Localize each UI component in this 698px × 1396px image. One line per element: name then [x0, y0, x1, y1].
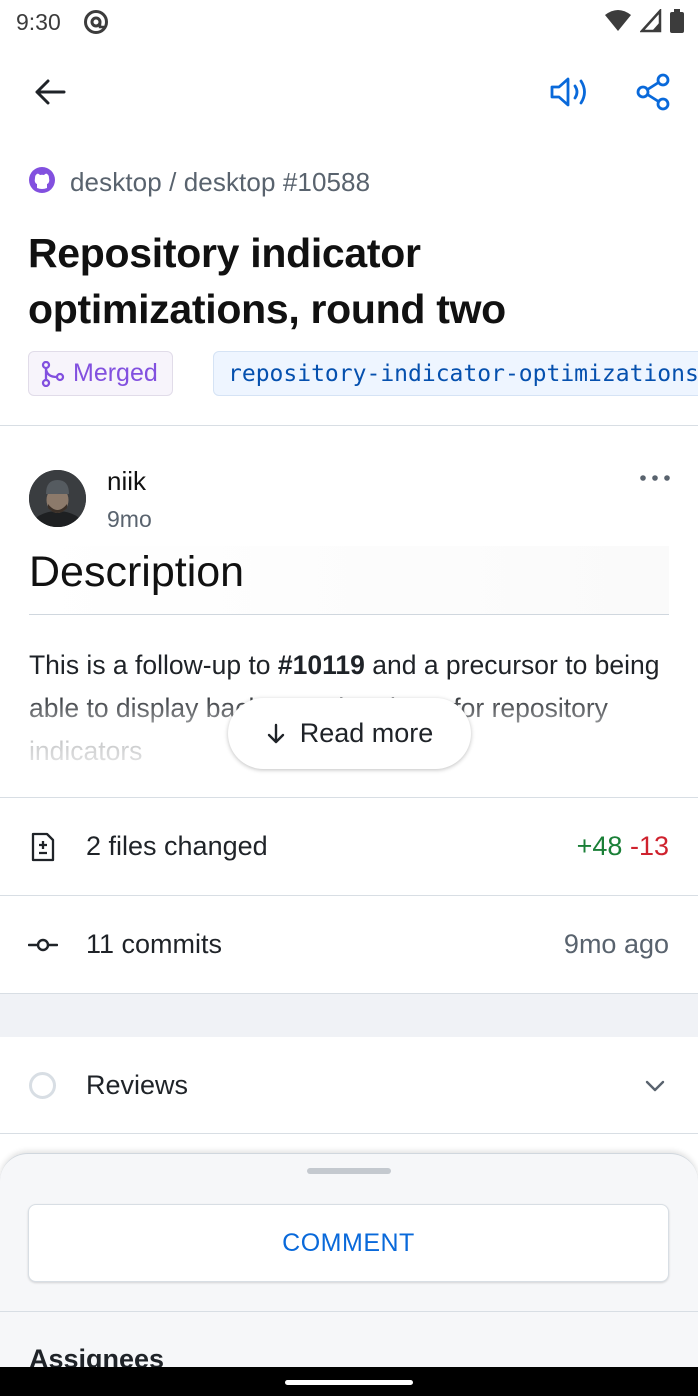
comment-button[interactable]: COMMENT — [28, 1204, 669, 1282]
issue-reference-link[interactable]: #10119 — [278, 650, 365, 680]
app-bar — [0, 62, 698, 122]
divider — [0, 425, 698, 426]
status-bar: 9:30 — [0, 0, 698, 44]
more-options-button[interactable] — [632, 462, 678, 494]
reviews-label: Reviews — [86, 1070, 189, 1100]
at-sign-notification-icon — [83, 9, 109, 35]
description-heading: Description — [29, 546, 669, 615]
read-more-label: Read more — [299, 718, 434, 748]
drag-handle[interactable] — [307, 1168, 391, 1174]
diff-stats: +48 -13 — [577, 831, 669, 862]
status-icons — [604, 7, 684, 38]
system-navigation-bar — [0, 1367, 698, 1396]
status-badge: Merged — [28, 351, 173, 396]
arrow-down-icon — [267, 723, 284, 743]
share-icon — [636, 73, 670, 111]
back-button[interactable] — [28, 74, 72, 110]
home-gesture-handle[interactable] — [285, 1380, 413, 1385]
more-horizontal-icon — [640, 475, 670, 481]
chevron-down-icon — [642, 1073, 668, 1099]
files-changed-row[interactable]: 2 files changed +48 -13 — [0, 798, 698, 895]
commits-time: 9mo ago — [563, 929, 669, 959]
repo-path: desktop / desktop #10588 — [70, 167, 371, 197]
divider — [0, 1133, 698, 1134]
read-aloud-button[interactable] — [544, 70, 596, 114]
branch-name: repository-indicator-optimizations-round… — [228, 360, 698, 387]
status-badge-label: Merged — [73, 359, 158, 387]
back-arrow-icon — [35, 79, 66, 105]
branch-badge[interactable]: repository-indicator-optimizations-round… — [213, 351, 698, 396]
reviews-row[interactable]: Reviews — [0, 1037, 698, 1134]
github-logo-icon — [28, 166, 56, 199]
section-separator — [0, 993, 698, 1037]
author-name[interactable]: niik — [107, 466, 146, 497]
merge-icon — [41, 360, 65, 387]
share-button[interactable] — [630, 70, 678, 114]
battery-icon — [670, 9, 684, 38]
status-time: 9:30 — [16, 9, 61, 35]
repo-breadcrumb[interactable]: desktop / desktop #10588 — [28, 166, 370, 199]
commit-icon — [26, 928, 60, 962]
avatar[interactable] — [29, 470, 86, 527]
commits-row[interactable]: 11 commits 9mo ago — [0, 896, 698, 993]
divider — [0, 1311, 698, 1312]
read-more-button[interactable]: Read more — [228, 698, 471, 769]
comment-time: 9mo — [107, 506, 152, 532]
commits-label: 11 commits — [86, 929, 223, 959]
deletions-count: -13 — [629, 831, 669, 861]
wifi-icon — [604, 9, 632, 38]
file-diff-icon — [26, 830, 60, 864]
speaker-icon — [550, 77, 586, 107]
review-status-icon — [29, 1072, 56, 1099]
signal-icon — [639, 7, 662, 38]
files-changed-label: 2 files changed — [86, 831, 268, 861]
comment-button-label: COMMENT — [282, 1228, 415, 1257]
page-title: Repository indicator optimizations, roun… — [28, 230, 506, 332]
bottom-sheet: COMMENT Assignees — [0, 1153, 698, 1396]
description-text-start: This is a follow-up to — [29, 650, 278, 680]
additions-count: +48 — [576, 831, 623, 861]
